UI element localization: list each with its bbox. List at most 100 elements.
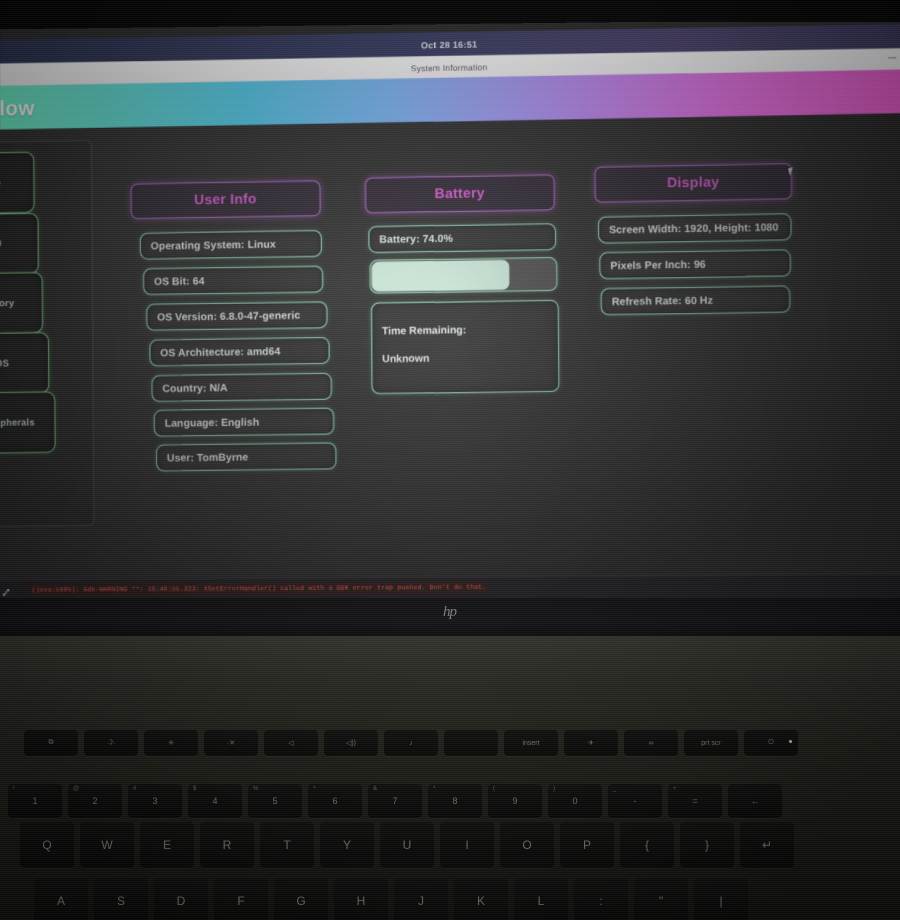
- key-label: 2: [92, 796, 98, 806]
- key-fn-5[interactable]: ◁)): [324, 730, 378, 756]
- key-label: ⧉: [48, 739, 54, 746]
- key-num-2[interactable]: @2: [68, 784, 122, 818]
- key-label: 4: [212, 796, 218, 806]
- key-label: 3: [152, 796, 158, 806]
- key-h[interactable]: H: [334, 878, 388, 920]
- key-q[interactable]: Q: [20, 822, 74, 868]
- key-label: W: [101, 838, 113, 852]
- key-t[interactable]: T: [260, 822, 314, 868]
- key-i[interactable]: I: [440, 822, 494, 868]
- sidebar-item-label: CPU: [0, 239, 2, 250]
- key-num-5[interactable]: % 5: [248, 784, 302, 818]
- key-fn-11[interactable]: prt scr: [684, 730, 738, 756]
- key-d[interactable]: D: [154, 878, 208, 920]
- key-num-9[interactable]: (9: [488, 784, 542, 818]
- key-shift-label: #: [133, 786, 137, 792]
- key-fn-10[interactable]: ∞: [624, 730, 678, 756]
- laptop-screen-area: Oct 28 16:51 System Information Flow Hom…: [0, 22, 900, 600]
- key-fn-0[interactable]: ⧉: [24, 730, 78, 756]
- key-w[interactable]: W: [80, 822, 134, 868]
- app-content: Home CPU Memory OS Peripherals User Info…: [0, 112, 900, 581]
- minimize-button[interactable]: [888, 57, 897, 59]
- sidebar-item-memory[interactable]: Memory: [0, 271, 44, 335]
- laptop-screen: Oct 28 16:51 System Information Flow Hom…: [0, 22, 900, 600]
- key-{[interactable]: {: [620, 822, 674, 868]
- key-j[interactable]: J: [394, 878, 448, 920]
- key-shift-label: ): [553, 786, 555, 792]
- key-label: E: [162, 838, 171, 852]
- display-row-ppi: Pixels Per Inch: 96: [599, 249, 791, 280]
- key-fn-7[interactable]: [444, 730, 498, 756]
- sidebar-item-peripherals[interactable]: Peripherals: [0, 391, 56, 454]
- key-shift-label: !: [13, 786, 15, 792]
- key-label: ◁)): [345, 740, 357, 747]
- key-num-0[interactable]: ) 0: [548, 784, 602, 818]
- key-u[interactable]: U: [380, 822, 434, 868]
- key-:[interactable]: :: [574, 878, 628, 920]
- key-↵[interactable]: ↵: [740, 822, 794, 868]
- key-num--[interactable]: _ -: [608, 784, 662, 818]
- key-num-=[interactable]: + =: [668, 784, 722, 818]
- keyboard-home-row[interactable]: A S D F G H J K L: " |: [34, 878, 748, 920]
- key-label: ✳: [168, 740, 174, 747]
- sidebar-item-label: OS: [0, 357, 9, 369]
- key-fn-8[interactable]: insert: [504, 730, 558, 756]
- sidebar-item-cpu[interactable]: CPU: [0, 212, 39, 276]
- key-f[interactable]: F: [214, 878, 268, 920]
- user-info-panel: User Info Operating System: Linux OS Bit…: [130, 180, 337, 472]
- key-fn-1[interactable]: ·ʔ·: [84, 730, 138, 756]
- key-label: ·ʔ·: [106, 739, 116, 747]
- key-fn-12[interactable]: ⏻: [744, 730, 798, 756]
- hp-logo: hp: [443, 604, 457, 620]
- sidebar-item-home[interactable]: Home: [0, 151, 35, 215]
- user-info-row-os: Operating System: Linux: [139, 229, 322, 260]
- key-label: L: [537, 894, 545, 908]
- key-shift-label: $: [193, 786, 197, 792]
- key-r[interactable]: R: [200, 822, 254, 868]
- key-label: ←: [750, 796, 760, 806]
- keyboard-function-row[interactable]: ⧉ ·ʔ· ✳ ·✕ ◁ ◁)) ♪ insert ✈ ∞ prt scr ⏻: [24, 730, 798, 756]
- key-num-1[interactable]: ! 1: [8, 784, 62, 818]
- key-fn-3[interactable]: ·✕: [204, 730, 258, 756]
- key-num-7[interactable]: & 7: [368, 784, 422, 818]
- key-a[interactable]: A: [34, 878, 88, 920]
- time-remaining-value: Unknown: [382, 352, 430, 366]
- key-label: K: [476, 894, 485, 908]
- key-}[interactable]: }: [680, 822, 734, 868]
- key-fn-6[interactable]: ♪: [384, 730, 438, 756]
- key-label: 6: [332, 796, 338, 806]
- os-clock: Oct 28 16:51: [420, 39, 478, 51]
- photo-of-laptop: Oct 28 16:51 System Information Flow Hom…: [0, 0, 900, 920]
- battery-panel: Battery Battery: 74.0% Time Remaining: U…: [364, 174, 560, 395]
- key-|[interactable]: |: [694, 878, 748, 920]
- key-fn-4[interactable]: ◁: [264, 730, 318, 756]
- key-s[interactable]: S: [94, 878, 148, 920]
- key-label: D: [176, 894, 186, 908]
- key-num-4[interactable]: $4: [188, 784, 242, 818]
- key-l[interactable]: L: [514, 878, 568, 920]
- key-"[interactable]: ": [634, 878, 688, 920]
- sidebar-item-os[interactable]: OS: [0, 332, 50, 395]
- key-fn-9[interactable]: ✈: [564, 730, 618, 756]
- key-label: 5: [272, 796, 278, 806]
- key-label: =: [692, 796, 698, 806]
- keyboard-qwerty-row[interactable]: Q W E R T Y U I O P {} ↵: [20, 822, 794, 868]
- key-num-←[interactable]: ←: [728, 784, 782, 818]
- keyboard-number-row[interactable]: ! 1 @2 #3 $4% 5 ^ 6 & 7 * 8(9) 0 _ - + = ←: [8, 784, 782, 818]
- key-g[interactable]: G: [274, 878, 328, 920]
- key-e[interactable]: E: [140, 822, 194, 868]
- key-num-6[interactable]: ^ 6: [308, 784, 362, 818]
- key-k[interactable]: K: [454, 878, 508, 920]
- key-y[interactable]: Y: [320, 822, 374, 868]
- user-info-row-country: Country: N/A: [151, 372, 332, 403]
- key-label: }: [704, 838, 709, 852]
- key-fn-2[interactable]: ✳: [144, 730, 198, 756]
- time-remaining-label: Time Remaining:: [382, 324, 467, 338]
- key-label: ✈: [588, 740, 594, 747]
- key-num-3[interactable]: #3: [128, 784, 182, 818]
- key-p[interactable]: P: [560, 822, 614, 868]
- key-num-8[interactable]: * 8: [428, 784, 482, 818]
- user-info-row-language: Language: English: [153, 407, 335, 437]
- key-o[interactable]: O: [500, 822, 554, 868]
- key-label: 0: [572, 796, 578, 806]
